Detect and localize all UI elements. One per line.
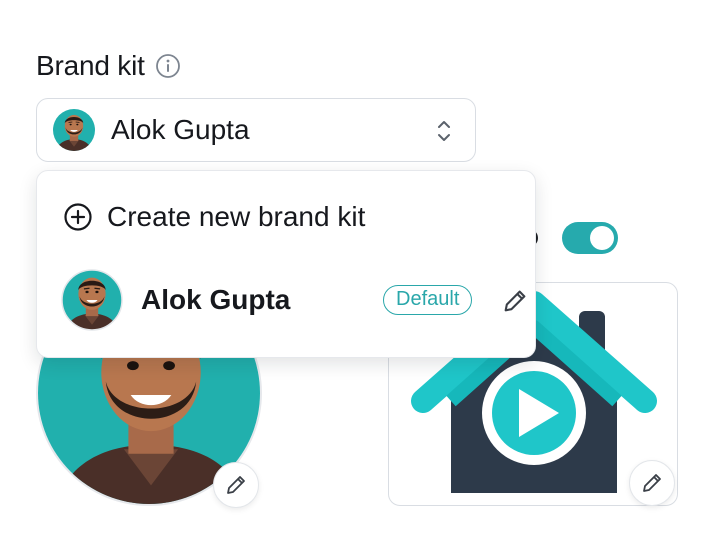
create-brand-kit-option[interactable]: Create new brand kit <box>63 195 365 239</box>
default-badge: Default <box>383 285 473 315</box>
select-value: Alok Gupta <box>111 114 250 145</box>
edit-avatar-button[interactable] <box>213 462 259 508</box>
avatar <box>61 269 123 331</box>
chevron-up-down-icon <box>438 121 450 141</box>
brand-kit-label: Brand kit <box>36 50 145 81</box>
plus-circle-icon <box>64 203 92 231</box>
toggle-knob <box>590 226 614 250</box>
brand-kit-panel: Brand kit Alok Gupta Create new brand ki… <box>0 0 726 558</box>
create-brand-kit-label: Create new brand kit <box>107 201 366 232</box>
pencil-icon <box>224 473 248 497</box>
selected-avatar <box>53 109 95 151</box>
brand-kit-option[interactable]: Alok Gupta Default <box>61 267 521 333</box>
brand-kit-label-row: Brand kit <box>36 50 181 82</box>
info-circle-icon[interactable] <box>155 53 181 79</box>
brand-kit-dropdown-menu: Create new brand kit Alok Gupta Default <box>36 170 536 358</box>
brand-kit-select[interactable]: Alok Gupta <box>36 98 476 162</box>
brand-kit-option-name: Alok Gupta <box>141 284 291 315</box>
pencil-icon[interactable] <box>501 287 529 315</box>
edit-logo-button[interactable] <box>629 460 675 506</box>
pencil-icon <box>640 471 664 495</box>
toggle-switch[interactable] <box>562 222 618 254</box>
